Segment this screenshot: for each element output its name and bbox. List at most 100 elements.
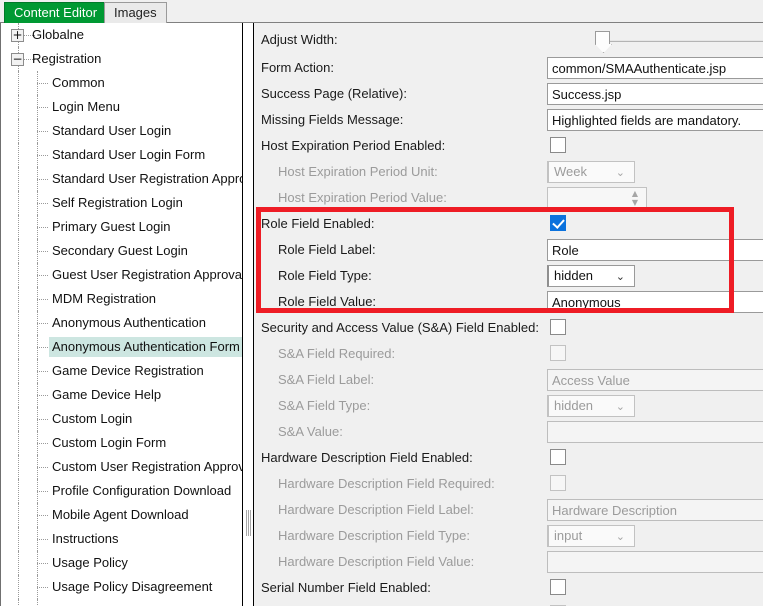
tree-guide-line [18, 407, 19, 431]
expand-node-icon[interactable]: + [11, 29, 24, 42]
adjust-width-slider-thumb[interactable] [595, 31, 610, 45]
tree-item-instructions[interactable]: Instructions [1, 527, 242, 551]
panel-splitter[interactable] [243, 23, 253, 606]
tree-item-globalne[interactable]: + Globalne [1, 23, 242, 47]
serial-number-field-enabled-checkbox[interactable] [550, 579, 566, 595]
field-label: S&A Field Label: [278, 372, 375, 387]
form-row-s-a-field-label: S&A Field Label: [254, 367, 763, 393]
tree-item-login-menu[interactable]: Login Menu [1, 95, 242, 119]
tree-guide-line [37, 539, 48, 540]
tree-item-custom-login[interactable]: Custom Login [1, 407, 242, 431]
security-and-access-value-s-a-field-enabled-checkbox[interactable] [550, 319, 566, 335]
chevron-down-icon: ⌄ [615, 530, 625, 543]
form-row-security-and-access-value-s-a-field-enabled: Security and Access Value (S&A) Field En… [254, 315, 763, 341]
tree-guide-line [37, 587, 48, 588]
tree-item-label: Common [52, 75, 105, 90]
tree-item-standard-user-registration-approval[interactable]: Standard User Registration Approval [1, 167, 242, 191]
hardware-description-field-required-checkbox [550, 475, 566, 491]
tree-guide-line [18, 143, 19, 167]
tree-item-secondary-guest-login[interactable]: Secondary Guest Login [1, 239, 242, 263]
tree-guide-line [37, 371, 48, 372]
form-action-input[interactable] [547, 57, 763, 79]
form-row-hardware-description-field-enabled: Hardware Description Field Enabled: [254, 445, 763, 471]
tab-images[interactable]: Images [104, 2, 167, 23]
tree-item-usage-policy-disagreement[interactable]: Usage Policy Disagreement [1, 575, 242, 599]
tree-item-anonymous-authentication-form[interactable]: Anonymous Authentication Form [1, 335, 242, 359]
tree-item-common[interactable]: Common [1, 71, 242, 95]
form-row-serial-number-field-enabled: Serial Number Field Enabled: [254, 575, 763, 601]
spinner-arrows-icon: ▲ ▼ [629, 189, 641, 207]
splitter-grip-icon[interactable] [246, 510, 251, 536]
tree-item-label: Self Registration Login [52, 195, 183, 210]
tree-item-label: Game Device Help [52, 387, 162, 402]
tree-guide-line [18, 551, 19, 575]
form-row-hardware-description-field-required: Hardware Description Field Required: [254, 471, 763, 497]
tree-guide-line [18, 287, 19, 311]
host-expiration-period-unit-select: Week ⌄ [547, 161, 635, 183]
tree-item-usage-policy[interactable]: Usage Policy [1, 551, 242, 575]
collapse-node-icon[interactable]: − [11, 53, 24, 66]
adjust-width-slider-track[interactable] [599, 40, 763, 42]
tree-item-game-device-registration[interactable]: Game Device Registration [1, 359, 242, 383]
tree-guide-line [37, 395, 48, 396]
application-window: Content Editor Images + Globalne − Registra… [0, 0, 763, 606]
tree-item-profile-configuration-download[interactable]: Profile Configuration Download [1, 479, 242, 503]
tree-item-game-device-help[interactable]: Game Device Help [1, 383, 242, 407]
tree-item-primary-guest-login[interactable]: Primary Guest Login [1, 215, 242, 239]
tree-guide-line [18, 263, 19, 287]
tree-guide-line [18, 359, 19, 383]
tree-item-label: Login Menu [52, 99, 120, 114]
role-field-type-select[interactable]: hidden ⌄ [547, 265, 635, 287]
tree-item-anonymous-authentication[interactable]: Anonymous Authentication [1, 311, 242, 335]
select-value: hidden [554, 268, 594, 283]
tree-item-custom-user-registration-approval[interactable]: Custom User Registration Approval [1, 455, 242, 479]
host-expiration-period-enabled-checkbox[interactable] [550, 137, 566, 153]
role-field-enabled-checkbox[interactable] [550, 215, 566, 231]
field-label: Security and Access Value (S&A) Field En… [261, 320, 539, 335]
tree-item-self-registration-login[interactable]: Self Registration Login [1, 191, 242, 215]
tree-item-mdm-registration[interactable]: MDM Registration [1, 287, 242, 311]
tree-item-standard-user-login-form[interactable]: Standard User Login Form [1, 143, 242, 167]
tree-item-registration[interactable]: − Registration [1, 47, 242, 71]
field-label: Form Action: [261, 60, 334, 75]
tree-item-label: Standard User Login [52, 123, 172, 138]
tree-item-label: Secondary Guest Login [52, 243, 188, 258]
select-value: input [554, 528, 583, 543]
field-label: Role Field Label: [278, 242, 376, 257]
tree-guide-line [37, 275, 48, 276]
tree-guide-line [18, 575, 19, 599]
tree-item-success[interactable]: Success [1, 599, 242, 606]
field-label: S&A Value: [278, 424, 343, 439]
chevron-down-icon: ⌄ [615, 400, 625, 413]
missing-fields-message-input[interactable] [547, 109, 763, 131]
tree-item-standard-user-login[interactable]: Standard User Login [1, 119, 242, 143]
tree-guide-line [18, 527, 19, 551]
tree-item-label: Custom User Registration Approval [52, 459, 243, 474]
success-page-relative-input[interactable] [547, 83, 763, 105]
tree-item-mobile-agent-download[interactable]: Mobile Agent Download [1, 503, 242, 527]
tree-guide-line [37, 347, 48, 348]
field-label: Serial Number Field Enabled: [261, 580, 431, 595]
content-tree-panel[interactable]: + Globalne − Registration Common Login Menu St… [0, 23, 243, 606]
hardware-description-field-enabled-checkbox[interactable] [550, 449, 566, 465]
adjust-width-label: Adjust Width: [261, 32, 338, 47]
tree-item-guest-user-registration-approval[interactable]: Guest User Registration Approval [1, 263, 242, 287]
tree-item-label: Standard User Registration Approval [52, 171, 243, 186]
tree-guide-line [18, 191, 19, 215]
tree-item-label: Registration [32, 51, 102, 66]
tree-guide-line [37, 563, 48, 564]
form-row-s-a-value: S&A Value: [254, 419, 763, 445]
tree-item-label: Anonymous Authentication [52, 315, 206, 330]
tab-content-editor[interactable]: Content Editor [4, 2, 108, 23]
form-row-host-expiration-period-enabled: Host Expiration Period Enabled: [254, 133, 763, 159]
form-row-role-field-type: Role Field Type: hidden ⌄ [254, 263, 763, 289]
tree-item-label: Success [49, 601, 104, 606]
role-field-label-input[interactable] [547, 239, 763, 261]
tree-item-custom-login-form[interactable]: Custom Login Form [1, 431, 242, 455]
tree-item-label: Anonymous Authentication Form [49, 337, 242, 357]
field-label: Serial Number Field Required: [278, 601, 453, 606]
tree-guide-line [37, 299, 48, 300]
role-field-value-input[interactable] [547, 291, 763, 313]
tree-item-label: Mobile Agent Download [52, 507, 189, 522]
tree-guide-line [37, 227, 48, 228]
